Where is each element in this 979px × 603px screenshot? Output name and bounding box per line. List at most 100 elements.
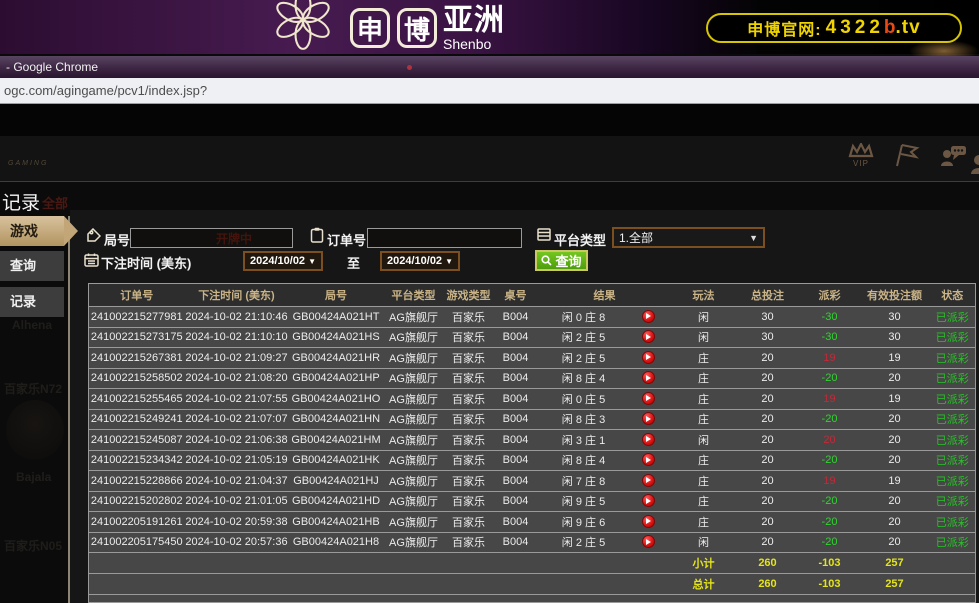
round-input[interactable] xyxy=(130,228,293,248)
result-text: 闲 2 庄 5 xyxy=(562,329,605,345)
cell-order-id: 241002215267381 xyxy=(89,348,185,369)
replay-icon[interactable] xyxy=(642,453,655,466)
background-silhouette xyxy=(6,400,64,460)
cell-table-no: B004 xyxy=(494,307,538,328)
replay-icon[interactable] xyxy=(642,535,655,548)
col-play: 玩法 xyxy=(672,284,736,307)
cell-play: 庄 xyxy=(672,389,736,410)
replay-icon[interactable] xyxy=(642,371,655,384)
cell-valid-bet: 20 xyxy=(860,532,930,553)
cell-payout: -20 xyxy=(800,368,860,389)
cell-round-id: GB00424A021HT xyxy=(289,307,384,328)
cell-game-type: 百家乐 xyxy=(444,471,494,492)
date-to-picker[interactable]: 2024/10/02 ▼ xyxy=(380,251,460,271)
caret-down-icon: ▼ xyxy=(308,257,316,266)
col-valid-bet: 有效投注额 xyxy=(860,284,930,307)
window-title: - Google Chrome xyxy=(6,60,98,74)
calendar-icon xyxy=(84,253,99,267)
replay-icon[interactable] xyxy=(642,351,655,364)
col-total-bet: 总投注 xyxy=(736,284,800,307)
cell-order-id: 241002215245087 xyxy=(89,430,185,451)
date-from-value: 2024/10/02 xyxy=(250,255,305,267)
col-status: 状态 xyxy=(930,284,976,307)
notification-dot xyxy=(407,65,412,70)
logo-wordmark: 亚洲 Shenbo xyxy=(443,6,505,51)
cell-order-id: 241002215277981 xyxy=(89,307,185,328)
col-round-id: 局号 xyxy=(289,284,384,307)
cell-round-id: GB00424A021HD xyxy=(289,491,384,512)
platform-select[interactable]: 1.全部 ▼ xyxy=(612,227,765,248)
replay-icon[interactable] xyxy=(642,310,655,323)
total-row: 总计 260 -103 257 xyxy=(89,574,976,595)
tag-icon xyxy=(87,228,101,242)
official-site-letter: b xyxy=(884,17,896,39)
cell-status: 已派彩 xyxy=(930,471,976,492)
cell-order-id: 241002215228866 xyxy=(89,471,185,492)
cell-valid-bet: 30 xyxy=(860,327,930,348)
table-row: 241002205175450 2024-10-02 20:57:36 GB00… xyxy=(89,532,976,553)
cell-status: 已派彩 xyxy=(930,409,976,430)
cell-table-no: B004 xyxy=(494,430,538,451)
cell-result: 闲 9 庄 5 xyxy=(538,491,672,512)
replay-icon[interactable] xyxy=(642,494,655,507)
table-row: 241002205191261 2024-10-02 20:59:38 GB00… xyxy=(89,512,976,533)
cell-table-no: B004 xyxy=(494,368,538,389)
cell-payout: 19 xyxy=(800,389,860,410)
cell-play: 庄 xyxy=(672,368,736,389)
bet-time-label: 下注时间 (美东) xyxy=(101,253,191,272)
date-from-picker[interactable]: 2024/10/02 ▼ xyxy=(243,251,323,271)
table-row: 241002215228866 2024-10-02 21:04:37 GB00… xyxy=(89,471,976,492)
cell-round-id: GB00424A021HO xyxy=(289,389,384,410)
cell-bet-time: 2024-10-02 21:07:07 xyxy=(185,409,289,430)
flag-button[interactable] xyxy=(891,142,923,168)
chat-button[interactable] xyxy=(937,142,969,168)
replay-icon[interactable] xyxy=(642,474,655,487)
cell-game-type: 百家乐 xyxy=(444,307,494,328)
cell-order-id: 241002215258502 xyxy=(89,368,185,389)
replay-icon[interactable] xyxy=(642,392,655,405)
cell-round-id: GB00424A021HJ xyxy=(289,471,384,492)
cell-result: 闲 9 庄 6 xyxy=(538,512,672,533)
to-label: 至 xyxy=(347,253,360,272)
replay-icon[interactable] xyxy=(642,433,655,446)
caret-down-icon: ▼ xyxy=(445,257,453,266)
replay-icon[interactable] xyxy=(642,330,655,343)
cell-payout: -20 xyxy=(800,532,860,553)
sidebar-item-query[interactable]: 查询 xyxy=(0,251,64,281)
clipboard-icon xyxy=(310,227,324,243)
cell-payout: 19 xyxy=(800,348,860,369)
total-label: 总计 xyxy=(672,574,736,595)
replay-icon[interactable] xyxy=(642,412,655,425)
cell-bet-time: 2024-10-02 21:05:19 xyxy=(185,450,289,471)
official-site-pill[interactable]: 申博官网: 4322 b .tv xyxy=(706,13,962,43)
chat-icon xyxy=(938,142,968,168)
cell-payout: -20 xyxy=(800,450,860,471)
col-table-no: 桌号 xyxy=(494,284,538,307)
cell-result: 闲 2 庄 5 xyxy=(538,348,672,369)
search-button[interactable]: 查询 xyxy=(535,250,588,271)
records-content: 记录 全部 Alhena 百家乐N72 Bajala 百家乐N05 游戏 查询 … xyxy=(0,182,979,603)
flag-icon xyxy=(893,142,921,168)
search-icon xyxy=(541,255,552,266)
total-total-bet: 260 xyxy=(736,574,800,595)
table-row: 241002215255465 2024-10-02 21:07:55 GB00… xyxy=(89,389,976,410)
cell-platform: AG旗舰厅 xyxy=(384,327,444,348)
cell-round-id: GB00424A021HP xyxy=(289,368,384,389)
total-payout: -103 xyxy=(800,574,860,595)
sidebar-item-games[interactable]: 游戏 xyxy=(0,216,64,246)
sidebar-item-records[interactable]: 记录 xyxy=(0,287,64,317)
background-watermark: Bajala xyxy=(16,470,51,484)
order-input[interactable] xyxy=(367,228,522,248)
result-text: 闲 8 庄 4 xyxy=(562,370,605,386)
cell-payout: -20 xyxy=(800,409,860,430)
cell-table-no: B004 xyxy=(494,450,538,471)
cell-total-bet: 20 xyxy=(736,532,800,553)
cell-game-type: 百家乐 xyxy=(444,430,494,451)
round-input-watermark: 开牌中 xyxy=(216,230,252,247)
browser-address-bar[interactable]: ogc.com/agingame/pcv1/index.jsp? xyxy=(0,78,979,104)
cell-order-id: 241002205175450 xyxy=(89,532,185,553)
replay-icon[interactable] xyxy=(642,515,655,528)
records-tbody: 241002215277981 2024-10-02 21:10:46 GB00… xyxy=(89,307,976,603)
cell-game-type: 百家乐 xyxy=(444,450,494,471)
vip-button[interactable]: VIP xyxy=(845,143,877,168)
